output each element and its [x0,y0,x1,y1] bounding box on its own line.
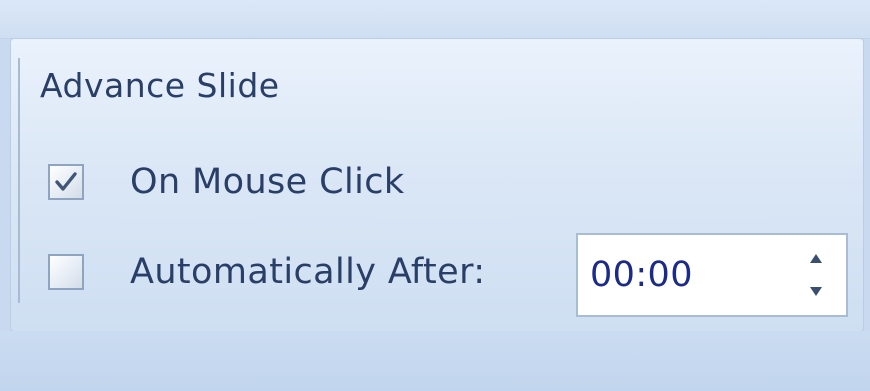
ribbon-bottom-strip [0,331,870,391]
automatically-after-checkbox[interactable] [48,254,84,290]
on-mouse-click-label: On Mouse Click [130,162,405,202]
automatically-after-option[interactable]: Automatically After: [48,252,485,292]
spin-down-button[interactable] [804,279,828,305]
spin-down-arrow-icon [810,287,822,296]
group-separator [18,58,20,303]
checkmark-icon [55,172,77,191]
ribbon-top-strip [0,0,870,39]
time-value[interactable]: 00:00 [590,255,693,295]
automatically-after-label: Automatically After: [130,252,486,292]
spin-up-button[interactable] [804,245,828,271]
spin-buttons [804,245,828,305]
automatically-after-time-spinner[interactable]: 00:00 [576,233,848,317]
group-title: Advance Slide [40,66,280,105]
spin-up-arrow-icon [810,254,822,263]
on-mouse-click-checkbox[interactable] [48,164,84,200]
on-mouse-click-option[interactable]: On Mouse Click [48,162,405,202]
